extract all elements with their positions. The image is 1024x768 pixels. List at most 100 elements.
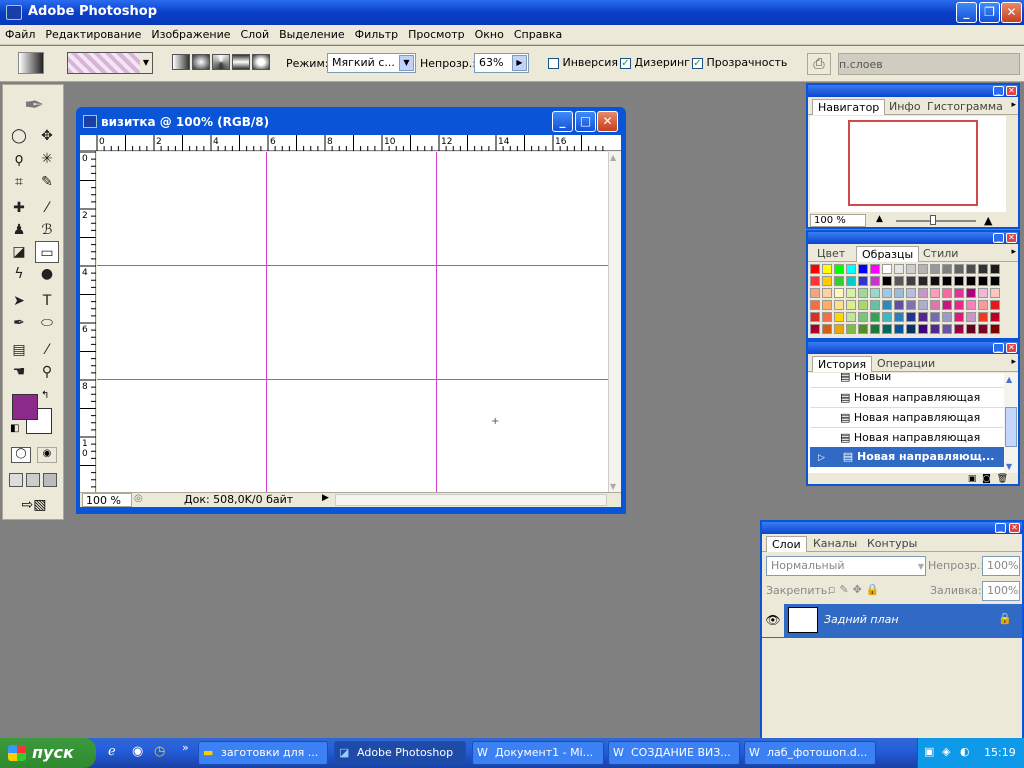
image-canvas[interactable]: + (97, 152, 608, 492)
color-swatch[interactable] (906, 300, 916, 310)
menu-filter[interactable]: Фильтр (350, 25, 404, 41)
color-swatch[interactable] (954, 276, 964, 286)
taskbar-item-word-2[interactable]: W СОЗДАНИЕ ВИЗ... (608, 741, 740, 765)
color-swatch[interactable] (882, 324, 892, 334)
guide-horizontal[interactable] (97, 379, 608, 380)
color-swatch[interactable] (882, 276, 892, 286)
fill-field[interactable]: 100% (982, 581, 1020, 601)
full-screen-icon[interactable] (43, 473, 57, 487)
move-tool-icon[interactable]: ✥ (35, 125, 59, 147)
color-swatch[interactable] (810, 264, 820, 274)
history-scrollbar[interactable]: ▲ ▼ (1004, 373, 1018, 473)
color-swatch[interactable] (882, 312, 892, 322)
color-swatch[interactable] (978, 288, 988, 298)
slice-tool-icon[interactable]: ✎ (35, 171, 59, 193)
color-swatch[interactable] (918, 276, 928, 286)
pen-tool-icon[interactable]: ✒ (7, 312, 31, 334)
navigator-zoom-field[interactable]: 100 % (810, 214, 866, 227)
color-swatch[interactable] (846, 324, 856, 334)
color-swatch[interactable] (870, 288, 880, 298)
color-swatch[interactable] (918, 312, 928, 322)
color-swatch[interactable] (834, 324, 844, 334)
color-swatch[interactable] (978, 312, 988, 322)
tab-channels[interactable]: Каналы (808, 536, 862, 552)
network-icon[interactable]: ▣ (924, 745, 934, 758)
color-swatch[interactable] (846, 288, 856, 298)
gradient-picker[interactable]: ▼ (67, 52, 153, 74)
color-swatch[interactable] (906, 288, 916, 298)
color-swatch[interactable] (966, 324, 976, 334)
transparency-checkbox[interactable]: ✓ Прозрачность (692, 56, 787, 69)
color-swatch[interactable] (978, 264, 988, 274)
color-swatch[interactable] (822, 324, 832, 334)
color-swatch[interactable] (846, 264, 856, 274)
tab-navigator[interactable]: Навигатор (812, 99, 886, 115)
color-swatch[interactable] (966, 288, 976, 298)
inverse-checkbox[interactable]: Инверсия (548, 56, 618, 69)
panel-minimize-button[interactable]: _ (993, 233, 1004, 243)
color-swatch[interactable] (978, 300, 988, 310)
marquee-tool-icon[interactable]: ◯ (7, 125, 31, 147)
panel-menu-icon[interactable]: ▸ (1011, 357, 1016, 367)
color-swatch[interactable] (834, 312, 844, 322)
panel-header[interactable]: _ ✕ (808, 85, 1018, 97)
color-swatch[interactable] (822, 276, 832, 286)
taskbar-item-word-1[interactable]: W Документ1 - Mi... (472, 741, 604, 765)
color-swatch[interactable] (942, 324, 952, 334)
color-swatch[interactable] (846, 300, 856, 310)
color-swatch[interactable] (822, 288, 832, 298)
color-swatch[interactable] (810, 288, 820, 298)
color-swatch[interactable] (966, 300, 976, 310)
default-colors-icon[interactable]: ◧ (10, 423, 19, 434)
panel-header[interactable]: _ ✕ (762, 522, 1022, 534)
color-swatch[interactable] (858, 288, 868, 298)
color-swatch[interactable] (930, 288, 940, 298)
history-item[interactable]: ▤ Новый (810, 373, 1004, 387)
layers-well-tab[interactable]: п.слоев (839, 58, 883, 71)
color-swatch[interactable] (822, 264, 832, 274)
eye-visibility-icon[interactable]: 👁 (762, 604, 784, 637)
color-swatch[interactable] (846, 276, 856, 286)
color-swatch[interactable] (834, 300, 844, 310)
clock-app-icon[interactable]: ◷ (154, 744, 165, 759)
dither-checkbox[interactable]: ✓ Дизеринг (620, 56, 690, 69)
ie-icon[interactable]: ℯ (108, 744, 116, 759)
color-swatch[interactable] (834, 276, 844, 286)
scroll-down-icon[interactable]: ▼ (610, 482, 616, 491)
panel-close-button[interactable]: ✕ (1006, 233, 1017, 243)
color-swatch[interactable] (894, 276, 904, 286)
doc-maximize-button[interactable]: □ (575, 111, 596, 132)
ruler-horizontal[interactable]: 0 2 4 6 8 10 12 14 16 (80, 135, 621, 151)
zoom-in-icon[interactable]: ▲ (984, 214, 992, 227)
color-swatch[interactable] (858, 312, 868, 322)
feather-icon[interactable]: ✒ (9, 89, 59, 121)
color-swatch[interactable] (810, 312, 820, 322)
tab-histogram[interactable]: Гистограмма (922, 99, 1008, 115)
history-brush-icon[interactable]: ℬ (35, 219, 59, 241)
color-swatch[interactable] (858, 276, 868, 286)
mode-select[interactable]: Мягкий с... ▼ (327, 53, 416, 73)
color-swatch[interactable] (954, 324, 964, 334)
guide-horizontal[interactable] (97, 265, 608, 266)
color-swatch[interactable] (822, 312, 832, 322)
color-swatch[interactable] (978, 324, 988, 334)
color-swatch[interactable] (870, 264, 880, 274)
color-swatch[interactable] (942, 276, 952, 286)
taskbar-item-word-3[interactable]: Wлаб_фотошоп.d... (744, 741, 876, 765)
volume-icon[interactable]: ◐ (960, 745, 970, 758)
menu-help[interactable]: Справка (509, 25, 567, 41)
path-selection-icon[interactable]: ➤ (7, 290, 31, 312)
status-menu-icon[interactable]: ◎ (134, 493, 143, 504)
scroll-down-icon[interactable]: ▼ (1006, 462, 1012, 471)
layer-row-background[interactable]: 👁 Задний план 🔒 (762, 604, 1022, 638)
history-item[interactable]: ▤ Новая направляющая (810, 407, 1004, 427)
menu-edit[interactable]: Редактирование (40, 25, 146, 41)
panel-header[interactable]: _ ✕ (808, 342, 1018, 354)
menu-image[interactable]: Изображение (146, 25, 235, 41)
color-swatch[interactable] (942, 264, 952, 274)
panel-header[interactable]: _ ✕ (808, 232, 1018, 244)
doc-minimize-button[interactable]: _ (552, 111, 573, 132)
color-swatch[interactable] (954, 288, 964, 298)
doc-close-button[interactable]: ✕ (597, 111, 618, 132)
clone-stamp-icon[interactable]: ♟ (7, 219, 31, 241)
